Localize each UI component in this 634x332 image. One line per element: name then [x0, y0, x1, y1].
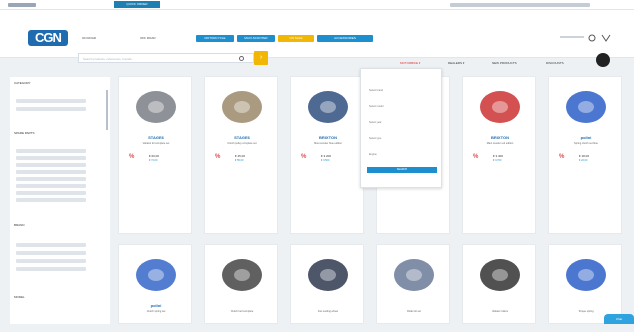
fan-icon [308, 259, 348, 291]
nav-new-products[interactable]: NEW PRODUCTS [492, 59, 517, 67]
nav-motorbike[interactable]: MOTORBIKE ▾ [400, 59, 420, 67]
discount-badge: % [215, 154, 221, 160]
product-title[interactable]: Roller kit set [383, 310, 445, 320]
product-brand: polini [150, 303, 162, 308]
dropdown-option[interactable]: Select type [369, 137, 381, 140]
dropdown-option[interactable]: Engine [369, 153, 377, 156]
product-title[interactable]: Spring clutch set blue [555, 142, 617, 152]
search-button[interactable]: › [254, 51, 268, 65]
pill-accessories[interactable]: ACCESSORIES [317, 35, 373, 42]
filter-section-brand[interactable]: BRAND [14, 223, 25, 228]
top-bar: QUICK ORDER [0, 0, 634, 10]
discount-badge: % [129, 154, 135, 160]
product-old-price: € 3.500 [321, 159, 330, 162]
product-card[interactable]: polini Spring clutch set blue % € 18,00 … [548, 76, 622, 234]
pill-motorcycle[interactable]: MOTORCYCLE [196, 35, 234, 42]
product-price: € 3.400 [493, 154, 504, 158]
nav-discounts[interactable]: DISCOUNTS [546, 59, 564, 67]
product-old-price: € 55,00 [235, 159, 244, 162]
scooter-red-icon [480, 91, 520, 123]
header: CGN ON ROAD OFF ROAD MOTORCYCLE MAXI-SCO… [0, 10, 634, 58]
product-brand: BRIXTON [319, 135, 337, 140]
product-title[interactable]: Clutch bell complete [211, 310, 273, 320]
shield-icon[interactable] [596, 53, 610, 67]
product-card[interactable]: STAGE6 Clutch pulley complete set % € 45… [204, 76, 278, 234]
product-card[interactable]: Clutch bell complete [204, 244, 278, 324]
product-card[interactable]: BRIXTON Maxi scooter red edition % € 3.4… [462, 76, 536, 234]
chat-button[interactable]: Chat [604, 314, 634, 324]
dropdown-search-button[interactable]: SEARCH [367, 167, 437, 173]
clutchbell-icon [222, 259, 262, 291]
product-card[interactable]: Torque spring [548, 244, 622, 324]
variator-icon [136, 91, 176, 123]
product-brand: polini [580, 135, 592, 140]
rollers-icon [394, 259, 434, 291]
product-price: € 60,00 [149, 154, 160, 158]
discount-badge: % [559, 154, 565, 160]
spring3-icon [566, 259, 606, 291]
product-old-price: € 22,00 [579, 159, 588, 162]
product-card[interactable]: polini Clutch spring set [118, 244, 192, 324]
discount-badge: % [473, 154, 479, 160]
filter-section-category[interactable]: CATEGORY [14, 81, 31, 86]
search-input[interactable]: Search products, references, brands... [78, 53, 254, 63]
motorbike-dropdown: Select brand Select model Select year Se… [360, 68, 442, 188]
cart-icon [601, 34, 611, 42]
user-icon [588, 34, 596, 42]
product-brand [391, 303, 437, 308]
filter-section-model[interactable]: MODEL [14, 295, 25, 300]
product-title[interactable]: Clutch spring set [125, 310, 187, 320]
discount-badge: % [301, 154, 307, 160]
product-card[interactable]: STAGE6 Variator kit complete set % € 60,… [118, 76, 192, 234]
spring-icon [566, 91, 606, 123]
product-title[interactable]: Fan cooling wheel [297, 310, 359, 320]
pill-maxiscooter[interactable]: MAXI-SCOOTER [237, 35, 275, 42]
product-title[interactable]: Maxi scooter red edition [469, 142, 531, 152]
product-title[interactable]: Variator kit complete set [125, 142, 187, 152]
product-title[interactable]: Maxi scooter blue edition [297, 142, 359, 152]
product-brand [219, 303, 265, 308]
brand-link-onroad[interactable]: ON ROAD [82, 35, 96, 41]
product-price: € 18,00 [579, 154, 590, 158]
account-links[interactable] [450, 3, 590, 7]
product-brand [563, 303, 609, 308]
filter-section-spare-parts[interactable]: SPARE PARTS [14, 131, 35, 136]
product-card[interactable]: Variator rollers [462, 244, 536, 324]
product-brand: BRIXTON [491, 135, 509, 140]
dropdown-option[interactable]: Select model [369, 105, 383, 108]
pill-onsale[interactable]: ON SALE [278, 35, 314, 42]
product-price: € 45,00 [235, 154, 246, 158]
product-old-price: € 3.700 [493, 159, 502, 162]
product-price: € 3.200 [321, 154, 332, 158]
product-card[interactable]: Fan cooling wheel [290, 244, 364, 324]
nav-dealers[interactable]: DEALERS ▾ [448, 59, 464, 67]
language-selector[interactable] [8, 3, 36, 7]
product-brand: STAGE6 [234, 135, 250, 140]
product-title[interactable]: Variator rollers [469, 310, 531, 320]
rollers2-icon [480, 259, 520, 291]
clutch-icon [222, 91, 262, 123]
spring2-icon [136, 259, 176, 291]
quick-order-link[interactable]: QUICK ORDER [114, 1, 160, 8]
product-card[interactable]: BRIXTON Maxi scooter blue edition % € 3.… [290, 76, 364, 234]
filters-sidebar: CATEGORY SPARE PARTS BRAND MODEL [10, 77, 110, 324]
sidebar-scrollbar[interactable] [106, 90, 108, 130]
product-brand [305, 303, 351, 308]
product-card[interactable]: Roller kit set [376, 244, 450, 324]
product-old-price: € 72,00 [149, 159, 158, 162]
search-icon[interactable] [239, 56, 244, 61]
scooter-icon [308, 91, 348, 123]
dropdown-option[interactable]: Select brand [369, 89, 383, 92]
product-brand: STAGE6 [148, 135, 164, 140]
product-title[interactable]: Clutch pulley complete set [211, 142, 273, 152]
product-brand [477, 303, 523, 308]
cgn-logo[interactable]: CGN [28, 30, 68, 46]
dropdown-option[interactable]: Select year [369, 121, 382, 124]
brand-link-offroad[interactable]: OFF ROAD [140, 35, 156, 41]
header-icons [560, 34, 611, 42]
